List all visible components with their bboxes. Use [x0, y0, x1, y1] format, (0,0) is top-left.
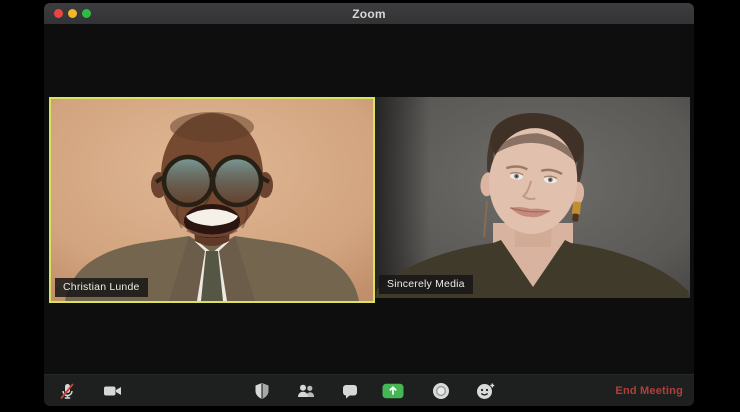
share-screen-button[interactable]: [380, 378, 406, 404]
participants-button[interactable]: [293, 378, 319, 404]
fullscreen-window-button[interactable]: [82, 9, 91, 18]
reactions-button[interactable]: [472, 378, 498, 404]
chat-button[interactable]: [337, 378, 363, 404]
record-icon: [433, 382, 449, 399]
mute-button[interactable]: [54, 378, 80, 404]
share-screen-icon: [382, 383, 404, 398]
record-button[interactable]: [428, 378, 454, 404]
stop-video-button[interactable]: [100, 378, 126, 404]
zoom-window: Zoom Christian Lunde Sincerely Media End…: [44, 3, 694, 406]
participant-name-label: Sincerely Media: [379, 275, 473, 294]
traffic-lights: [54, 3, 91, 24]
participants-icon: [297, 384, 314, 397]
microphone-muted-icon: [60, 382, 74, 399]
window-title: Zoom: [352, 6, 386, 21]
security-shield-icon: [255, 382, 269, 399]
chat-icon: [343, 384, 357, 398]
video-tile-christian-lunde[interactable]: Christian Lunde: [49, 97, 375, 303]
close-window-button[interactable]: [54, 9, 63, 18]
video-gallery: Christian Lunde Sincerely Media: [44, 24, 694, 375]
video-camera-icon: [104, 386, 121, 395]
meeting-toolbar: End Meeting: [44, 374, 694, 406]
participant-video-feed: [375, 97, 690, 298]
participant-name-label: Christian Lunde: [55, 278, 148, 297]
video-tile-sincerely-media[interactable]: Sincerely Media: [375, 97, 690, 298]
reactions-icon: [476, 383, 494, 399]
window-titlebar[interactable]: Zoom: [44, 3, 694, 25]
minimize-window-button[interactable]: [68, 9, 77, 18]
end-meeting-button[interactable]: End Meeting: [615, 385, 683, 397]
security-button[interactable]: [249, 378, 275, 404]
participant-video-feed: [51, 99, 373, 301]
